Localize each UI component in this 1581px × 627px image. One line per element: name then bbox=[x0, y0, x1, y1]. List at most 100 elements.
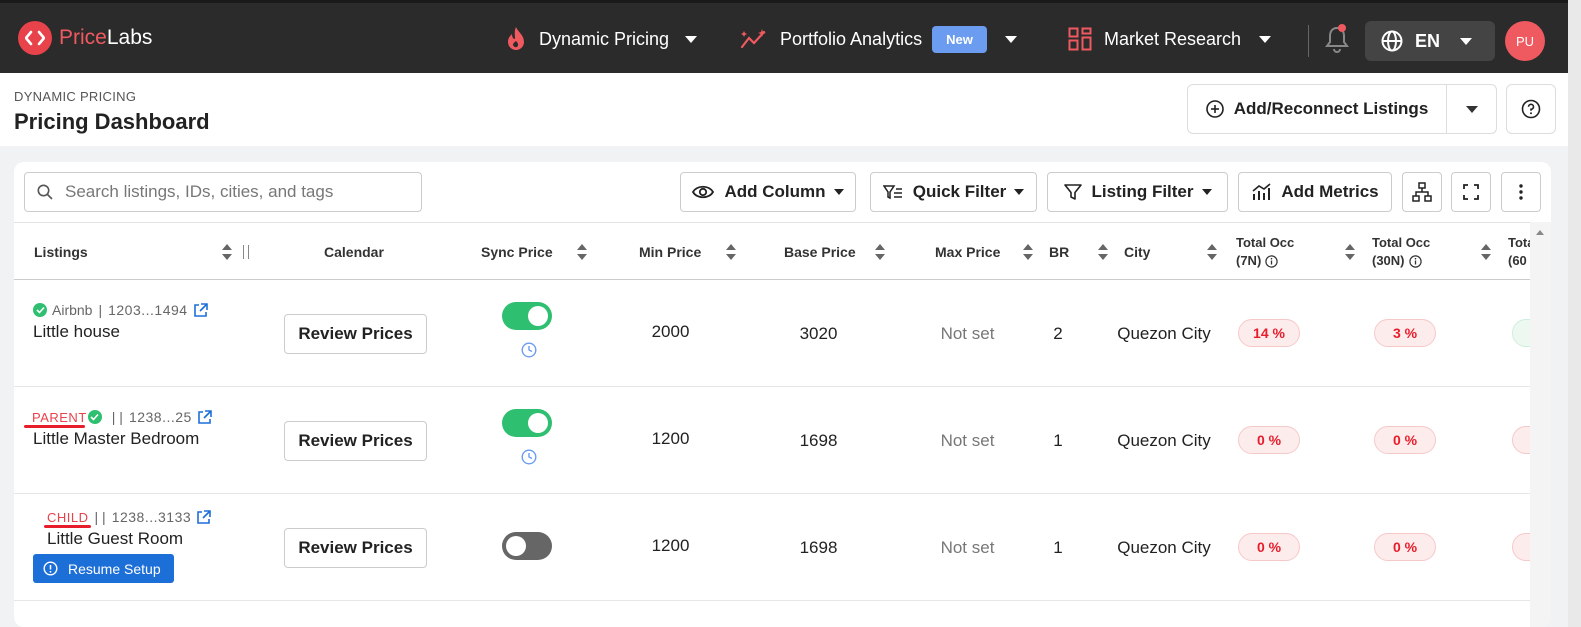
table-row[interactable]: PARENT | | 1238...25 Little Master Bedro… bbox=[14, 387, 1551, 494]
sync-price-toggle[interactable] bbox=[502, 409, 552, 437]
external-link-icon[interactable] bbox=[193, 302, 208, 318]
add-reconnect-listings-button[interactable]: Add/Reconnect Listings bbox=[1188, 85, 1447, 133]
table-row[interactable]: CHILD | | 1238...3133 Little Guest Room … bbox=[14, 494, 1551, 601]
hierarchy-view-button[interactable] bbox=[1402, 172, 1442, 212]
listing-source: Airbnb bbox=[52, 302, 93, 318]
max-price-value[interactable]: Not set bbox=[931, 538, 1004, 558]
col-total-occ-7n-title: Total Occ bbox=[1236, 235, 1295, 250]
col-total-occ-60n[interactable]: Tota (60 bbox=[1508, 223, 1530, 281]
chevron-down-icon bbox=[1460, 37, 1473, 45]
sort-icon[interactable] bbox=[875, 244, 885, 260]
col-total-occ-7n[interactable]: Total Occ (7N) bbox=[1236, 223, 1294, 281]
base-price-value[interactable]: 1698 bbox=[782, 431, 855, 451]
info-icon[interactable] bbox=[1265, 254, 1278, 268]
col-base-price[interactable]: Base Price bbox=[784, 223, 856, 281]
language-selector[interactable]: EN bbox=[1365, 21, 1495, 61]
occupancy-30n-badge: 0 % bbox=[1374, 426, 1436, 454]
pricelabs-logo[interactable]: PriceLabs bbox=[18, 21, 152, 55]
review-prices-button[interactable]: Review Prices bbox=[284, 421, 427, 461]
add-listings-dropdown-button[interactable] bbox=[1447, 85, 1496, 133]
top-navbar: PriceLabs Dynamic Pricing Portfolio Anal… bbox=[0, 0, 1568, 73]
chevron-down-icon bbox=[685, 35, 698, 43]
add-metrics-button[interactable]: Add Metrics bbox=[1238, 172, 1392, 212]
column-resize-handle[interactable] bbox=[243, 245, 249, 259]
toggle-knob bbox=[506, 536, 526, 556]
sort-icon[interactable] bbox=[1023, 244, 1033, 260]
col-min-price[interactable]: Min Price bbox=[639, 223, 701, 281]
occupancy-7n-badge: 0 % bbox=[1238, 533, 1300, 561]
notification-dot bbox=[1338, 24, 1346, 32]
review-prices-button[interactable]: Review Prices bbox=[284, 314, 427, 354]
sort-icon[interactable] bbox=[222, 244, 232, 260]
col-br[interactable]: BR bbox=[1049, 223, 1069, 281]
sort-icon[interactable] bbox=[726, 244, 736, 260]
col-total-occ-60n-title: Tota bbox=[1508, 235, 1530, 250]
breadcrumb: DYNAMIC PRICING bbox=[14, 89, 137, 104]
resume-setup-button[interactable]: Resume Setup bbox=[33, 554, 174, 583]
search-box[interactable] bbox=[24, 172, 422, 212]
sort-icon[interactable] bbox=[1481, 244, 1491, 260]
quick-filter-button[interactable]: Quick Filter bbox=[870, 172, 1037, 212]
sync-price-toggle[interactable] bbox=[502, 302, 552, 330]
clock-icon[interactable] bbox=[521, 449, 537, 465]
table-row[interactable]: Airbnb | 1203...1494 Little house Review… bbox=[14, 280, 1551, 387]
more-options-button[interactable] bbox=[1501, 172, 1541, 212]
col-listings[interactable]: Listings bbox=[34, 223, 88, 281]
kebab-menu-icon bbox=[1519, 184, 1523, 200]
listing-name[interactable]: Little Master Bedroom bbox=[33, 429, 199, 449]
sort-icon[interactable] bbox=[1207, 244, 1217, 260]
base-price-value[interactable]: 1698 bbox=[782, 538, 855, 558]
language-label: EN bbox=[1415, 30, 1441, 51]
nav-portfolio-analytics-label: Portfolio Analytics bbox=[780, 28, 923, 49]
min-price-value[interactable]: 1200 bbox=[634, 536, 707, 556]
listing-filter-label: Listing Filter bbox=[1091, 182, 1194, 201]
external-link-icon[interactable] bbox=[197, 409, 212, 425]
parent-tag: PARENT bbox=[32, 409, 87, 425]
listing-filter-button[interactable]: Listing Filter bbox=[1047, 172, 1228, 212]
review-prices-button[interactable]: Review Prices bbox=[284, 528, 427, 568]
fullscreen-button[interactable] bbox=[1451, 172, 1491, 212]
external-link-icon[interactable] bbox=[196, 509, 211, 525]
max-price-value[interactable]: Not set bbox=[931, 324, 1004, 344]
col-max-price[interactable]: Max Price bbox=[935, 223, 1000, 281]
clock-icon[interactable] bbox=[521, 342, 537, 358]
table-header: Listings Calendar Sync Price Min Price B… bbox=[14, 222, 1530, 280]
nav-market-research[interactable]: Market Research bbox=[1068, 23, 1272, 55]
help-button[interactable] bbox=[1506, 84, 1556, 134]
funnel-icon bbox=[1063, 183, 1082, 201]
max-price-value[interactable]: Not set bbox=[931, 431, 1004, 451]
add-metrics-label: Add Metrics bbox=[1281, 182, 1379, 201]
col-total-occ-30n[interactable]: Total Occ (30N) bbox=[1372, 223, 1430, 281]
min-price-value[interactable]: 1200 bbox=[634, 429, 707, 449]
info-icon[interactable] bbox=[1408, 254, 1422, 268]
listing-meta: PARENT | | 1238...25 bbox=[32, 409, 212, 425]
toggle-knob bbox=[528, 306, 548, 326]
window-edge bbox=[1568, 0, 1581, 627]
search-input[interactable] bbox=[65, 182, 405, 202]
listing-meta: CHILD | | 1238...3133 bbox=[47, 509, 211, 525]
user-avatar[interactable]: PU bbox=[1505, 21, 1545, 61]
listing-separator: | | bbox=[111, 409, 123, 425]
add-listings-button-group: Add/Reconnect Listings bbox=[1187, 84, 1497, 134]
min-price-value[interactable]: 2000 bbox=[634, 322, 707, 342]
col-city[interactable]: City bbox=[1124, 223, 1150, 281]
add-column-button[interactable]: Add Column bbox=[680, 172, 856, 212]
nav-dynamic-pricing[interactable]: Dynamic Pricing bbox=[505, 23, 698, 55]
new-badge: New bbox=[932, 25, 987, 53]
bedrooms-value: 1 bbox=[1053, 431, 1063, 450]
nav-portfolio-analytics[interactable]: Portfolio Analytics New bbox=[740, 23, 1017, 55]
add-reconnect-listings-label: Add/Reconnect Listings bbox=[1233, 99, 1429, 118]
chevron-down-icon bbox=[1004, 35, 1017, 43]
sync-price-toggle[interactable] bbox=[502, 532, 552, 560]
sort-icon[interactable] bbox=[1345, 244, 1355, 260]
notification-bell-icon[interactable] bbox=[1324, 25, 1350, 58]
sort-icon[interactable] bbox=[577, 244, 587, 260]
scroll-up-arrow-icon[interactable] bbox=[1536, 230, 1544, 235]
col-sync-price[interactable]: Sync Price bbox=[481, 223, 553, 281]
listing-name[interactable]: Little house bbox=[33, 322, 120, 342]
sort-icon[interactable] bbox=[1098, 244, 1108, 260]
listing-name[interactable]: Little Guest Room bbox=[47, 529, 183, 549]
bedrooms-value: 1 bbox=[1053, 538, 1063, 557]
base-price-value[interactable]: 3020 bbox=[782, 324, 855, 344]
vertical-scrollbar[interactable] bbox=[1530, 222, 1551, 627]
